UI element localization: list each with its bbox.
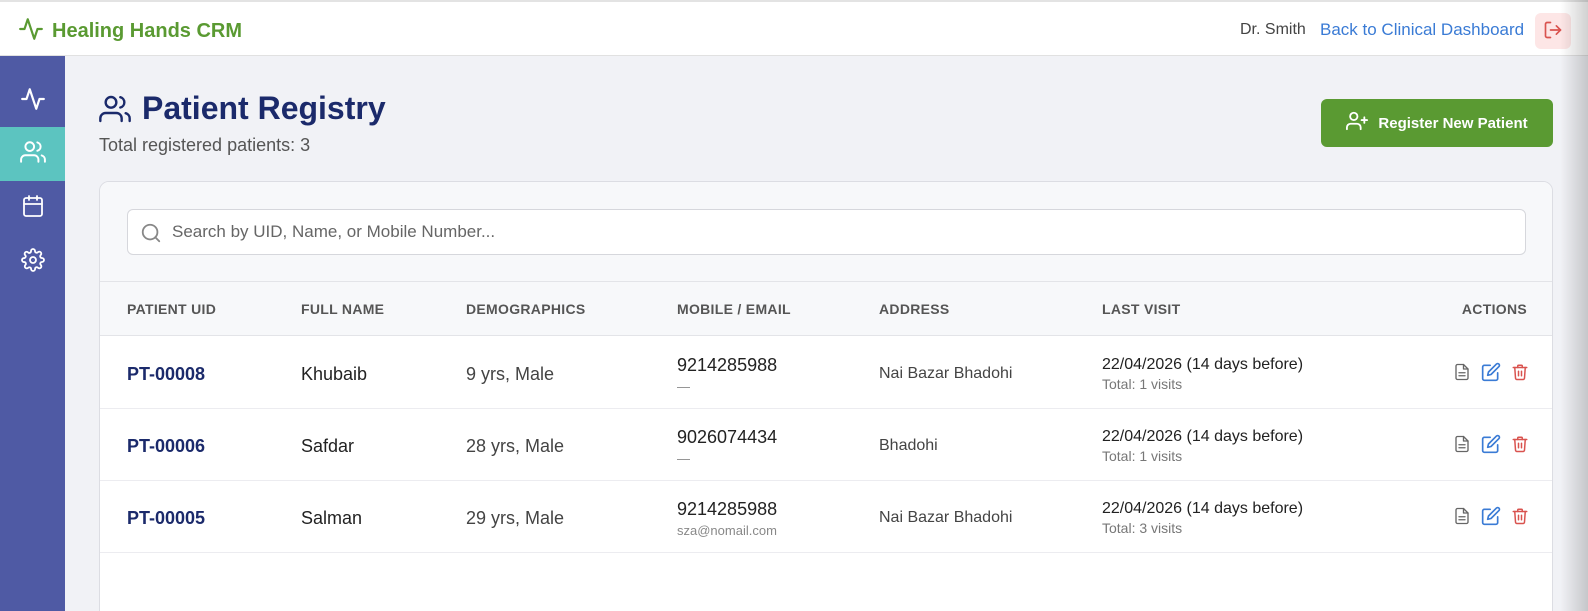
activity-icon [20,86,46,117]
patient-mobile: 9214285988 [677,355,778,375]
search-box[interactable] [127,209,1526,255]
table-row[interactable]: PT-00008 Khubaib 9 yrs, Male 9214285988 … [100,337,1552,409]
patient-address: Nai Bazar Bhadohi [879,509,1013,526]
trash-icon [1512,436,1528,453]
search-area [100,182,1552,282]
edit-icon [1481,506,1501,526]
patient-email: — [677,379,690,394]
gear-icon [20,247,45,277]
patient-uid[interactable]: PT-00006 [127,436,205,457]
page-title: Patient Registry [142,90,386,126]
calendar-icon [21,194,45,223]
top-bar: Healing Hands CRM Dr. Smith Back to Clin… [0,0,1588,56]
column-header-actions: ACTIONS [1461,301,1527,317]
edit-icon [1481,434,1501,454]
view-record-button[interactable] [1452,433,1472,455]
trash-icon [1512,508,1528,525]
patient-mobile: 9026074434 [677,427,778,447]
column-header-name[interactable]: FULL NAME [301,301,384,317]
column-header-last-visit[interactable]: LAST VISIT [1102,301,1180,317]
brand[interactable]: Healing Hands CRM [18,16,242,47]
visit-total: Total: 1 visits [1102,376,1183,392]
patient-uid[interactable]: PT-00008 [127,364,205,385]
visit-total: Total: 3 visits [1102,520,1183,536]
window-edge-shadow [1560,0,1588,611]
column-header-demographics[interactable]: DEMOGRAPHICS [466,301,586,317]
delete-button[interactable] [1510,361,1530,383]
patient-email: — [677,451,690,466]
user-plus-icon [1346,110,1369,136]
register-new-patient-button[interactable]: Register New Patient [1321,99,1553,147]
delete-button[interactable] [1510,505,1530,527]
edit-button[interactable] [1481,433,1501,455]
register-button-label: Register New Patient [1378,114,1528,132]
users-icon [19,139,46,170]
edit-button[interactable] [1481,505,1501,527]
back-to-dashboard-link[interactable]: Back to Clinical Dashboard [1320,20,1524,40]
row-actions [1452,361,1530,383]
users-icon [99,93,131,130]
patient-name: Salman [301,508,363,528]
activity-icon [18,16,44,47]
edit-icon [1481,362,1501,382]
view-record-button[interactable] [1452,361,1472,383]
patient-demographics: 29 yrs, Male [466,508,565,528]
user-name: Dr. Smith [1240,21,1306,38]
row-actions [1452,505,1530,527]
file-icon [1455,435,1469,453]
logout-button[interactable] [1535,13,1571,49]
patient-address: Bhadohi [879,437,938,454]
sidebar-item-settings[interactable] [0,235,65,289]
sidebar-item-activity[interactable] [0,74,65,128]
patient-name: Khubaib [301,364,368,384]
patient-name: Safdar [301,436,355,456]
last-visit-date: 22/04/2026 (14 days before) [1102,500,1304,517]
delete-button[interactable] [1510,433,1530,455]
last-visit-date: 22/04/2026 (14 days before) [1102,428,1304,445]
patient-demographics: 28 yrs, Male [466,436,565,456]
logout-icon [1543,20,1563,43]
edit-button[interactable] [1481,361,1501,383]
column-header-uid[interactable]: PATIENT UID [127,301,216,317]
column-header-address[interactable]: ADDRESS [879,301,950,317]
view-record-button[interactable] [1452,505,1472,527]
last-visit-date: 22/04/2026 (14 days before) [1102,356,1304,373]
visit-total: Total: 1 visits [1102,448,1183,464]
patient-count: Total registered patients: 3 [99,135,311,155]
row-actions [1452,433,1530,455]
table-row[interactable]: PT-00006 Safdar 28 yrs, Male 9026074434 … [100,409,1552,481]
search-input[interactable] [172,210,1512,254]
sidebar-item-calendar[interactable] [0,181,65,235]
patient-table-card: PATIENT UID FULL NAME DEMOGRAPHICS MOBIL… [99,181,1553,611]
table-row[interactable]: PT-00005 Salman 29 yrs, Male 9214285988 … [100,481,1552,553]
search-icon [141,223,161,243]
table-header: PATIENT UID FULL NAME DEMOGRAPHICS MOBIL… [100,282,1552,336]
patient-mobile: 9214285988 [677,499,778,519]
patient-demographics: 9 yrs, Male [466,364,555,384]
file-icon [1455,363,1469,381]
file-icon [1455,507,1469,525]
app-title: Healing Hands CRM [52,20,243,42]
patient-address: Nai Bazar Bhadohi [879,365,1013,382]
patient-uid[interactable]: PT-00005 [127,508,205,529]
patient-email: sza@nomail.com [677,523,777,538]
column-header-contact[interactable]: MOBILE / EMAIL [677,301,791,317]
sidebar-item-patients[interactable] [0,127,65,181]
trash-icon [1512,364,1528,381]
